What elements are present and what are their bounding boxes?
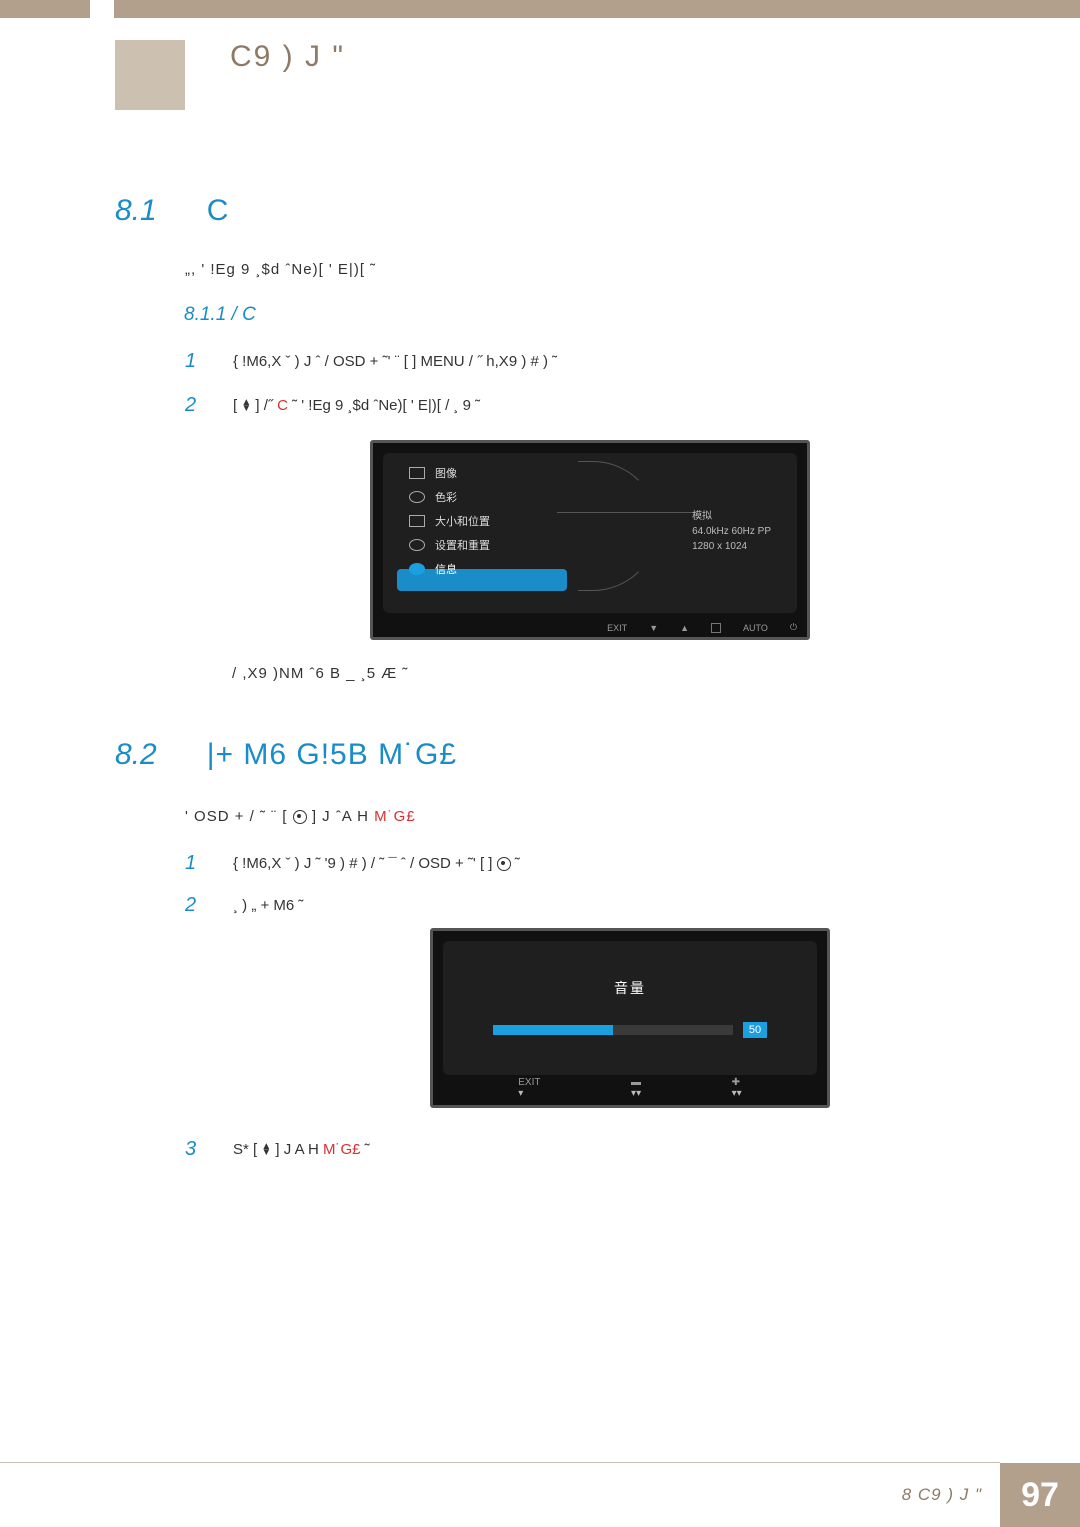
section-8-2-heading: 8.2 |+ M6 G!5B M˙G£: [115, 738, 457, 772]
step-2-text: [ ▲▼ ] /˝ C ˜ ' !Eg 9 ¸$d ˆNe)[ ' E|)[ /…: [233, 397, 480, 414]
volume-bar: 50: [493, 1022, 767, 1038]
chapter-title: C9 ) J ": [230, 40, 345, 74]
step-number: 1: [185, 852, 203, 875]
footer-chapter-ref: 8 C9 ) J ": [902, 1463, 1000, 1527]
osd-bottom-bar: EXIT ▼ ▲ AUTO ⏻: [607, 622, 797, 633]
after-osd-note: / ,X9 )NM ˆ6 B _ ¸5 Æ ˜: [232, 665, 408, 682]
step-82-1-text: { !M6,X ˇ ) J ˜ '9 ) # ) / ˜ ¯ ˆ / OSD +…: [233, 855, 520, 872]
circle-dot-icon: [293, 810, 307, 824]
section-title: |+ M6 G!5B M˙G£: [207, 738, 457, 772]
step-number: 1: [185, 350, 203, 373]
volume-title: 音量: [614, 978, 646, 998]
section-number: 8.1: [115, 194, 157, 228]
section-title: C: [207, 194, 230, 228]
step-82-2-row: 2 ¸ ) „ + M6 ˜: [185, 894, 303, 917]
osd-item-size: 大小和位置: [409, 513, 490, 529]
step-82-1-row: 1 { !M6,X ˇ ) J ˜ '9 ) # ) / ˜ ¯ ˆ / OSD…: [185, 852, 520, 875]
step-2-row: 2 [ ▲▼ ] /˝ C ˜ ' !Eg 9 ¸$d ˆNe)[ ' E|)[…: [185, 394, 480, 417]
volume-value: 50: [743, 1022, 767, 1038]
osd-menu-list: 图像 色彩 大小和位置 设置和重置 信息: [409, 465, 490, 577]
up-down-icon: ▲▼: [241, 400, 251, 412]
section-81-intro: „, ' !Eg 9 ¸$d ˆNe)[ ' E|)[ ˜: [185, 261, 376, 278]
step-number: 2: [185, 894, 203, 917]
top-accent-bar: [0, 0, 1080, 18]
step-1-row: 1 { !M6,X ˇ ) J ˆ / OSD + ˜' ¨ [ ] MENU …: [185, 350, 557, 373]
osd-info-panel: 模拟 64.0kHz 60Hz PP 1280 x 1024: [692, 507, 771, 556]
up-down-icon: ▲▼: [261, 1144, 271, 1156]
volume-osd-screenshot: 音量 50 EXIT▾ ▬▾▾ ✚▾▾: [430, 928, 830, 1108]
section-82-intro: ' OSD + / ˜ ¨ [ ] J ˆA H M˙G£: [185, 808, 416, 825]
step-number: 3: [185, 1138, 203, 1161]
subsection-8-1-1: 8.1.1 / C: [184, 304, 256, 326]
step-1-text: { !M6,X ˇ ) J ˆ / OSD + ˜' ¨ [ ] MENU / …: [233, 353, 557, 370]
step-82-2-text: ¸ ) „ + M6 ˜: [233, 897, 303, 914]
section-number: 8.2: [115, 738, 157, 772]
osd-item-image: 图像: [409, 465, 490, 481]
osd-menu-screenshot: 图像 色彩 大小和位置 设置和重置 信息 模拟 64.0kHz 60Hz PP …: [370, 440, 810, 640]
step-number: 2: [185, 394, 203, 417]
step-82-3-text: S* [ ▲▼ ] J A H M˙G£ ˜: [233, 1141, 370, 1158]
page-number: 97: [1000, 1463, 1080, 1527]
osd-item-info: 信息: [409, 561, 490, 577]
osd-item-color: 色彩: [409, 489, 490, 505]
step-82-3-row: 3 S* [ ▲▼ ] J A H M˙G£ ˜: [185, 1138, 370, 1161]
section-8-1-heading: 8.1 C: [115, 194, 229, 228]
page-footer: 8 C9 ) J " 97: [0, 1463, 1080, 1527]
chapter-number-box: [115, 40, 185, 110]
circle-dot-icon: [497, 857, 511, 871]
volume-bottom-bar: EXIT▾ ▬▾▾ ✚▾▾: [433, 1077, 827, 1099]
osd-item-reset: 设置和重置: [409, 537, 490, 553]
